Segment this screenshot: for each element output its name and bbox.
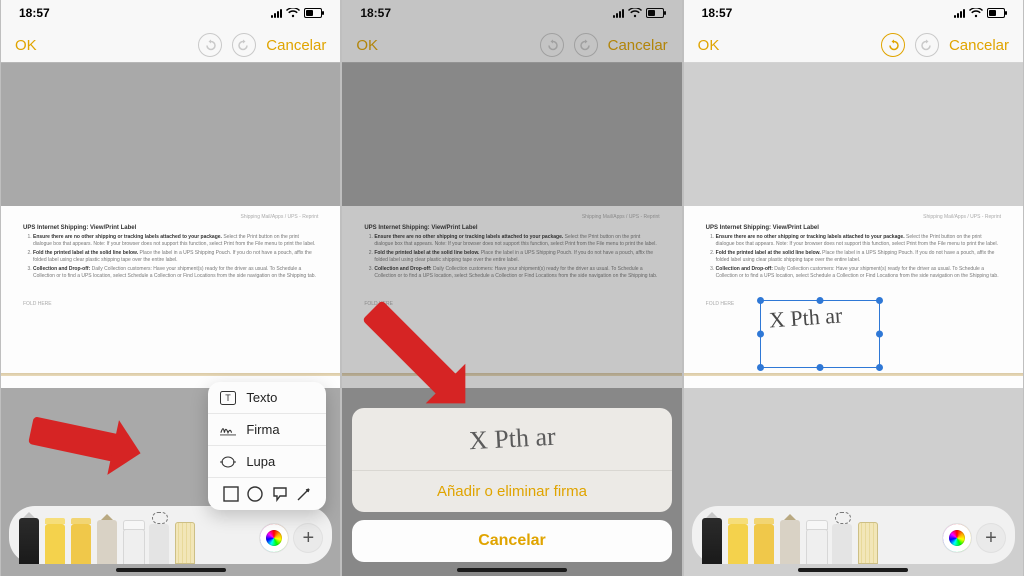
- status-time: 18:57: [19, 6, 50, 20]
- undo-button[interactable]: [198, 33, 222, 57]
- nav-bar: OK Cancelar: [684, 28, 1023, 63]
- signature-sample: X Pth ar: [468, 422, 556, 456]
- redo-button[interactable]: [232, 33, 256, 57]
- resize-handle[interactable]: [816, 364, 823, 371]
- placed-signature[interactable]: X Pth ar: [760, 300, 880, 368]
- popover-signature-item[interactable]: Firma: [208, 413, 326, 445]
- status-bar: 18:57: [1, 4, 340, 22]
- panel-signature-sheet: 18:57 OK Cancelar Shipping Mail/Apps / U…: [342, 0, 681, 576]
- resize-handle[interactable]: [757, 331, 764, 338]
- highlighter-tool[interactable]: [728, 516, 748, 564]
- resize-handle[interactable]: [757, 297, 764, 304]
- home-indicator[interactable]: [457, 568, 567, 572]
- undo-button[interactable]: [881, 33, 905, 57]
- popover-text-label: Texto: [246, 390, 277, 405]
- resize-handle[interactable]: [876, 331, 883, 338]
- redo-button[interactable]: [915, 33, 939, 57]
- battery-icon: [304, 8, 322, 18]
- nav-bar: OK Cancelar: [1, 28, 340, 63]
- marker-tool[interactable]: [754, 516, 774, 564]
- sheet-cancel-button[interactable]: Cancelar: [352, 520, 671, 562]
- panel-signature-placed: 18:57 OK Cancelar Shipping Mail/Apps / U…: [684, 0, 1023, 576]
- resize-handle[interactable]: [876, 364, 883, 371]
- panel-markup-add-menu: 18:57 OK Cancelar Shipping Mail/Apps / U…: [1, 0, 340, 576]
- eraser-tool[interactable]: [123, 516, 143, 564]
- home-indicator[interactable]: [116, 568, 226, 572]
- circle-shape-icon[interactable]: [247, 486, 263, 502]
- placed-signature-glyph: X Pth ar: [768, 302, 843, 333]
- popover-signature-label: Firma: [246, 422, 279, 437]
- ruler-tool[interactable]: [175, 516, 195, 564]
- markup-toolbelt: +: [692, 506, 1015, 564]
- square-shape-icon[interactable]: [223, 486, 239, 502]
- status-bar: 18:57: [684, 4, 1023, 22]
- pencil-tool[interactable]: [97, 516, 117, 564]
- document-preview[interactable]: Shipping Mail/Apps / UPS - Reprint UPS I…: [1, 206, 340, 388]
- manage-signatures-button[interactable]: Añadir o eliminar firma: [352, 470, 671, 512]
- add-popover: T Texto Firma Lupa: [208, 382, 326, 510]
- ruler-tool[interactable]: [858, 516, 878, 564]
- marker-tool[interactable]: [71, 516, 91, 564]
- svg-text:T: T: [226, 393, 232, 403]
- resize-handle[interactable]: [757, 364, 764, 371]
- resize-handle[interactable]: [876, 297, 883, 304]
- eraser-tool[interactable]: [806, 516, 826, 564]
- signature-icon: [220, 423, 236, 437]
- wifi-icon: [969, 8, 983, 18]
- cancel-button[interactable]: Cancelar: [949, 37, 1009, 54]
- popover-shapes-row: [208, 477, 326, 510]
- loupe-icon: [220, 455, 236, 469]
- resize-handle[interactable]: [816, 297, 823, 304]
- popover-text-item[interactable]: T Texto: [208, 382, 326, 413]
- popover-loupe-item[interactable]: Lupa: [208, 445, 326, 477]
- arrow-shape-icon[interactable]: [296, 486, 312, 502]
- cellular-icon: [271, 9, 282, 18]
- battery-icon: [987, 8, 1005, 18]
- popover-loupe-label: Lupa: [246, 454, 275, 469]
- cellular-icon: [954, 9, 965, 18]
- ok-button[interactable]: OK: [698, 37, 720, 54]
- pencil-tool[interactable]: [780, 516, 800, 564]
- ok-button[interactable]: OK: [15, 37, 37, 54]
- lasso-tool[interactable]: [149, 516, 169, 564]
- status-time: 18:57: [702, 6, 733, 20]
- wifi-icon: [286, 8, 300, 18]
- highlighter-tool[interactable]: [45, 516, 65, 564]
- markup-toolbelt: +: [9, 506, 332, 564]
- color-picker-button[interactable]: [260, 524, 288, 552]
- cancel-button[interactable]: Cancelar: [266, 37, 326, 54]
- add-button[interactable]: +: [294, 524, 322, 552]
- pen-tool[interactable]: [19, 516, 39, 564]
- signature-action-sheet: X Pth ar Añadir o eliminar firma Cancela…: [352, 408, 671, 562]
- speech-bubble-icon[interactable]: [272, 486, 288, 502]
- color-picker-button[interactable]: [943, 524, 971, 552]
- signature-preview-item[interactable]: X Pth ar: [352, 408, 671, 470]
- add-button[interactable]: +: [977, 524, 1005, 552]
- text-icon: T: [220, 391, 236, 405]
- pen-tool[interactable]: [702, 516, 722, 564]
- home-indicator[interactable]: [798, 568, 908, 572]
- lasso-tool[interactable]: [832, 516, 852, 564]
